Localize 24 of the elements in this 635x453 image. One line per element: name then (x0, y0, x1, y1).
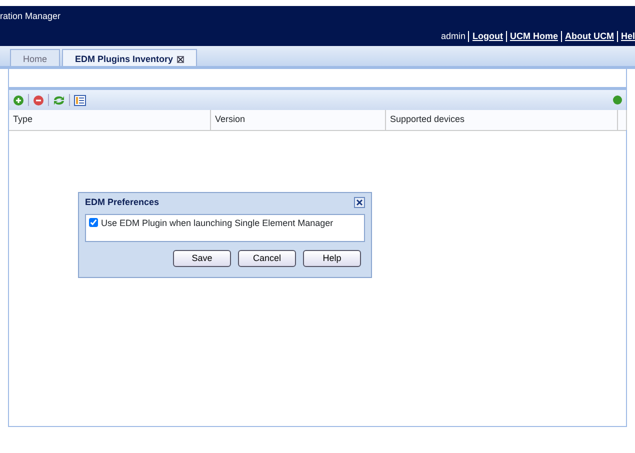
list-icon[interactable] (74, 94, 86, 106)
close-icon[interactable] (177, 56, 184, 64)
add-icon[interactable] (13, 94, 24, 106)
checkbox-label: Use EDM Plugin when launching Single Element Manager (101, 216, 334, 230)
help-icon[interactable] (613, 95, 622, 105)
close-icon[interactable] (354, 197, 365, 208)
tab[interactable]: Home (10, 49, 60, 66)
remove-icon[interactable] (33, 94, 44, 106)
refresh-icon[interactable] (53, 94, 65, 106)
tab[interactable]: EDM Plugins Inventory (62, 49, 198, 66)
dialog-button[interactable]: Cancel (238, 250, 296, 267)
dialog-button[interactable]: Save (173, 250, 231, 267)
column-header[interactable]: Version (211, 110, 386, 130)
column-header[interactable]: Supported devices (386, 110, 618, 130)
dialog-title: EDM Preferences (85, 196, 160, 209)
column-header[interactable]: Type (9, 110, 211, 130)
header-link[interactable]: Logout (472, 30, 503, 43)
header-link[interactable]: UCM Home (510, 30, 558, 43)
user-name: admin (440, 30, 466, 42)
checkbox[interactable] (89, 218, 98, 226)
app-title: ration Manager (0, 10, 61, 23)
header-link[interactable]: Hel (620, 30, 635, 43)
header-link[interactable]: About UCM (564, 30, 614, 43)
dialog-button[interactable]: Help (303, 250, 361, 267)
